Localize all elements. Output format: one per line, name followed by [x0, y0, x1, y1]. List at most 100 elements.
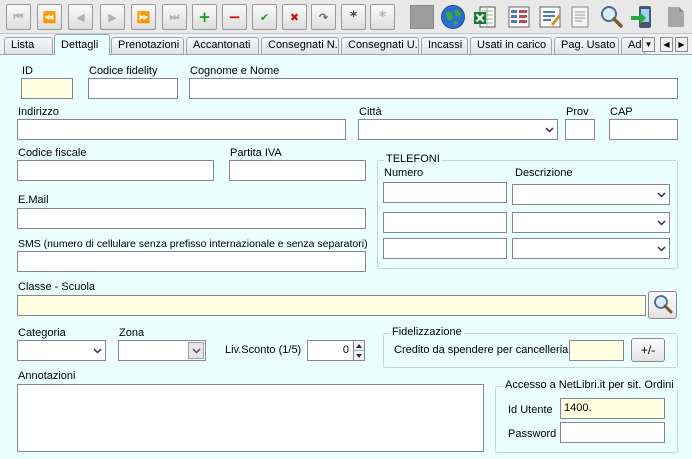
phone-number-field[interactable] [383, 182, 507, 203]
magnifier-icon [601, 6, 623, 28]
tab-dettagli[interactable]: Dettagli [54, 34, 110, 55]
phone-desc-header: Descrizione [515, 167, 573, 179]
export-excel-button[interactable] [470, 2, 500, 32]
fidelity-code-field[interactable] [88, 78, 178, 99]
disabled-tool-button[interactable] [407, 2, 437, 32]
edit-report-icon [539, 6, 561, 28]
redo-icon: ↷ [318, 10, 329, 24]
phone-number-field[interactable] [383, 238, 507, 259]
first-icon: ⏮ [13, 10, 24, 23]
disabled-page-button[interactable] [661, 2, 691, 32]
next-page-button[interactable]: ⏩ [131, 4, 156, 30]
tab-incassi[interactable]: Incassi [421, 37, 468, 54]
phone-desc-select[interactable] [512, 184, 670, 205]
category-label: Categoria [18, 327, 66, 339]
tab-scroll-right-button[interactable]: ▶ [675, 37, 688, 52]
spin-up-icon[interactable] [354, 341, 364, 351]
chevron-down-icon [656, 190, 666, 200]
prev-record-button[interactable]: ◀ [68, 4, 93, 30]
gray-square-icon [410, 5, 434, 29]
clear-filter-button[interactable]: * [370, 4, 395, 30]
check-icon: ✔ [259, 10, 270, 24]
phone-desc-select[interactable] [512, 212, 670, 233]
document-button[interactable] [565, 2, 595, 32]
excel-icon [474, 6, 496, 28]
name-field[interactable] [189, 78, 678, 99]
sms-field[interactable] [17, 251, 366, 272]
password-label: Password [508, 428, 557, 440]
user-id-field[interactable]: 1400. [560, 398, 665, 419]
plus-icon: + [198, 8, 211, 26]
prev-page-button[interactable]: ⏪ [37, 4, 62, 30]
fidelity-label: Codice fidelity [89, 65, 158, 77]
tab-consegnati-u[interactable]: Consegnati U. [341, 37, 419, 54]
prov-field[interactable] [565, 119, 595, 140]
tab-prenotazioni[interactable]: Prenotazioni [111, 37, 184, 54]
page-disabled-icon [668, 7, 684, 27]
spin-down-icon[interactable] [354, 351, 364, 360]
chevron-down-icon [92, 346, 102, 356]
id-field[interactable] [21, 78, 73, 99]
chevron-down-icon [544, 125, 554, 135]
class-search-button[interactable] [648, 291, 677, 319]
tab-label: Consegnati N. [268, 39, 338, 51]
category-select[interactable] [17, 340, 106, 361]
edit-report-button[interactable] [535, 2, 565, 32]
send-to-device-button[interactable] [627, 2, 657, 32]
add-record-button[interactable]: + [192, 4, 217, 30]
adjust-credit-label: +/- [640, 343, 656, 357]
last-record-button[interactable]: ⏭ [162, 4, 187, 30]
tab-accantonati[interactable]: Accantonati [186, 37, 259, 54]
city-select[interactable] [358, 119, 558, 140]
tab-consegnati-n[interactable]: Consegnati N. [261, 37, 339, 54]
asterisk-disabled-icon: * [378, 9, 387, 25]
tab-label: Lista [11, 39, 35, 51]
tab-lista[interactable]: Lista [4, 37, 53, 54]
next-record-button[interactable]: ▶ [100, 4, 125, 30]
tab-label: Pag. Usato [561, 39, 616, 51]
close-icon: ✖ [289, 10, 300, 24]
zone-select[interactable] [118, 340, 206, 361]
phone-number-field[interactable] [383, 212, 507, 233]
discount-field[interactable]: 0 [307, 340, 354, 361]
tab-label: Usati in carico [477, 39, 547, 51]
class-school-field[interactable] [17, 295, 646, 316]
tab-usati-in-carico[interactable]: Usati in carico [470, 37, 552, 54]
cap-field[interactable] [609, 119, 678, 140]
tab-label: Consegnati U. [348, 39, 418, 51]
first-record-button[interactable]: ⏮ [6, 4, 31, 30]
sms-label: SMS (numero di cellulare senza prefisso … [18, 238, 368, 250]
refresh-button[interactable]: ↷ [311, 4, 336, 30]
loyalty-title: Fidelizzazione [390, 326, 464, 338]
tab-label: Ad [628, 39, 642, 51]
notes-field[interactable] [17, 384, 484, 452]
password-field[interactable] [560, 422, 665, 443]
delete-record-button[interactable]: − [222, 4, 247, 30]
email-label: E.Mail [18, 194, 49, 206]
fiscal-code-field[interactable] [17, 160, 214, 181]
zone-label: Zona [119, 327, 145, 339]
email-field[interactable] [17, 208, 366, 229]
credit-field[interactable] [569, 340, 624, 361]
chevron-down-icon [656, 218, 666, 228]
fast-forward-icon: ⏩ [136, 10, 151, 24]
address-field[interactable] [17, 119, 346, 140]
chevron-down-icon [188, 342, 204, 359]
tab-label: Incassi [428, 39, 463, 51]
search-button[interactable] [596, 2, 626, 32]
tab-dropdown-button[interactable]: ▼ [642, 37, 655, 52]
vat-field[interactable] [229, 160, 366, 181]
confirm-button[interactable]: ✔ [252, 4, 277, 30]
last-icon: ⏭ [169, 10, 180, 23]
chevron-right-icon: ▶ [678, 40, 685, 49]
web-button[interactable] [438, 2, 468, 32]
filter-button[interactable]: * [341, 4, 366, 30]
vat-label: Partita IVA [230, 147, 282, 159]
report-list-button[interactable] [504, 2, 534, 32]
phone-desc-select[interactable] [512, 238, 670, 259]
discount-spinner[interactable] [353, 340, 365, 361]
adjust-credit-button[interactable]: +/- [631, 338, 665, 362]
tab-scroll-left-button[interactable]: ◀ [660, 37, 673, 52]
tab-pag-usato[interactable]: Pag. Usato [554, 37, 619, 54]
cancel-button[interactable]: ✖ [282, 4, 307, 30]
